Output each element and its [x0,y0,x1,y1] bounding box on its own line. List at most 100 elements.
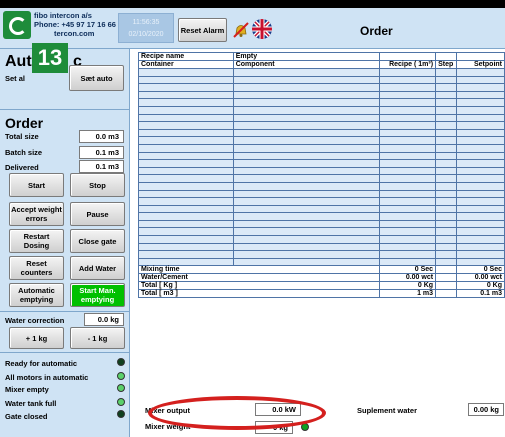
table-cell [435,68,458,77]
table-row[interactable] [138,235,505,244]
table-cell [138,174,234,183]
table-cell [379,90,437,100]
add-water-button[interactable]: Add Water [70,256,125,280]
plus-1kg-button[interactable]: + 1 kg [9,327,64,349]
table-cell [379,143,437,153]
table-cell [435,75,458,85]
company-info: fibo intercon a/s Phone: +45 97 17 16 66… [34,11,116,38]
table-cell [379,151,437,161]
table-row[interactable] [138,113,505,123]
table-cell [435,159,458,168]
table-row[interactable] [138,174,505,183]
divider [0,109,130,110]
table-cell [435,166,458,176]
table-row[interactable] [138,227,505,237]
table-row[interactable] [138,128,505,138]
table-row[interactable] [138,242,505,252]
table-row[interactable] [138,219,505,229]
reset-alarm-button[interactable]: Reset Alarm [178,18,227,42]
table-cell [138,235,234,244]
table-cell [456,197,505,206]
table-cell [232,105,381,115]
table-row[interactable] [138,189,505,199]
pause-button[interactable]: Pause [70,202,125,226]
table-cell [456,242,505,252]
minus-1kg-button[interactable]: - 1 kg [70,327,125,349]
supplement-water-value: 0.00 kg [468,403,504,416]
recipe-table: Recipe name Empty Container Component Re… [137,52,505,299]
start-manual-emptying-button[interactable]: Start Man. emptying [70,283,125,307]
status-ready-label: Ready for automatic [5,359,78,368]
table-cell [232,197,381,206]
table-cell [232,128,381,138]
table-header-row: Container Component Recipe ( 1m³) Step S… [138,60,505,69]
table-row[interactable] [138,143,505,153]
status-ready-led-icon [117,358,125,366]
table-cell [379,136,437,145]
table-cell [379,75,437,85]
clock-time: 11:56:35 [132,19,160,26]
uk-flag-icon[interactable] [252,19,272,39]
table-row[interactable] [138,68,505,77]
table-cell [232,219,381,229]
table-row[interactable] [138,83,505,92]
mixing-time-recipe: 0 Sec [379,265,437,275]
start-button[interactable]: Start [9,173,64,197]
table-cell [379,227,437,237]
table-cell [435,181,458,191]
table-row[interactable] [138,181,505,191]
table-cell [435,250,458,259]
table-row[interactable] [138,166,505,176]
table-cell [435,128,458,138]
table-row[interactable] [138,90,505,100]
table-cell [379,128,437,138]
table-cell [435,90,458,100]
table-row[interactable] [138,151,505,161]
automatic-emptying-button[interactable]: Automatic emptying [9,283,64,307]
table-row[interactable] [138,250,505,259]
company-web: tercon.com [54,29,95,38]
table-cell [138,121,234,130]
table-row[interactable] [138,121,505,130]
reset-counters-button[interactable]: Reset counters [9,256,64,280]
table-cell [138,219,234,229]
col-step: Step [435,60,458,69]
table-cell [232,189,381,199]
table-row[interactable] [138,204,505,214]
table-cell [379,212,437,221]
table-row[interactable] [138,98,505,107]
table-cell [456,98,505,107]
page-title: Order [360,24,393,38]
stop-button[interactable]: Stop [70,173,125,197]
total-m3-label: Total [ m3 ] [137,289,381,299]
restart-dosing-button[interactable]: Restart Dosing [9,229,64,253]
table-cell [435,83,458,92]
set-auto-button[interactable]: Sæt auto [69,65,124,91]
table-row[interactable] [138,212,505,221]
status-mixer-empty-label: Mixer empty [5,385,49,394]
mixing-time-setpoint: 0 Sec [456,265,505,275]
table-cell [138,159,234,168]
alarm-bell-icon[interactable] [233,22,249,38]
clock-date: 02/10/2020 [128,31,164,38]
close-gate-button[interactable]: Close gate [70,229,125,253]
table-cell [232,113,381,123]
footer-mixing-time-row: Mixing time 0 Sec 0 Sec [137,265,505,275]
table-cell [232,181,381,191]
table-row[interactable] [138,105,505,115]
table-cell [379,197,437,206]
table-row[interactable] [138,197,505,206]
table-cell [138,90,234,100]
table-cell [456,128,505,138]
table-row[interactable] [138,159,505,168]
table-row[interactable] [138,75,505,85]
table-cell [232,83,381,92]
table-cell [232,204,381,214]
accept-weight-errors-button[interactable]: Accept weight errors [9,202,64,226]
table-row[interactable] [138,257,505,267]
table-cell [138,166,234,176]
table-row[interactable] [138,136,505,145]
table-cell [456,181,505,191]
table-cell [379,159,437,168]
recipe-name-label: Recipe name [138,52,234,61]
